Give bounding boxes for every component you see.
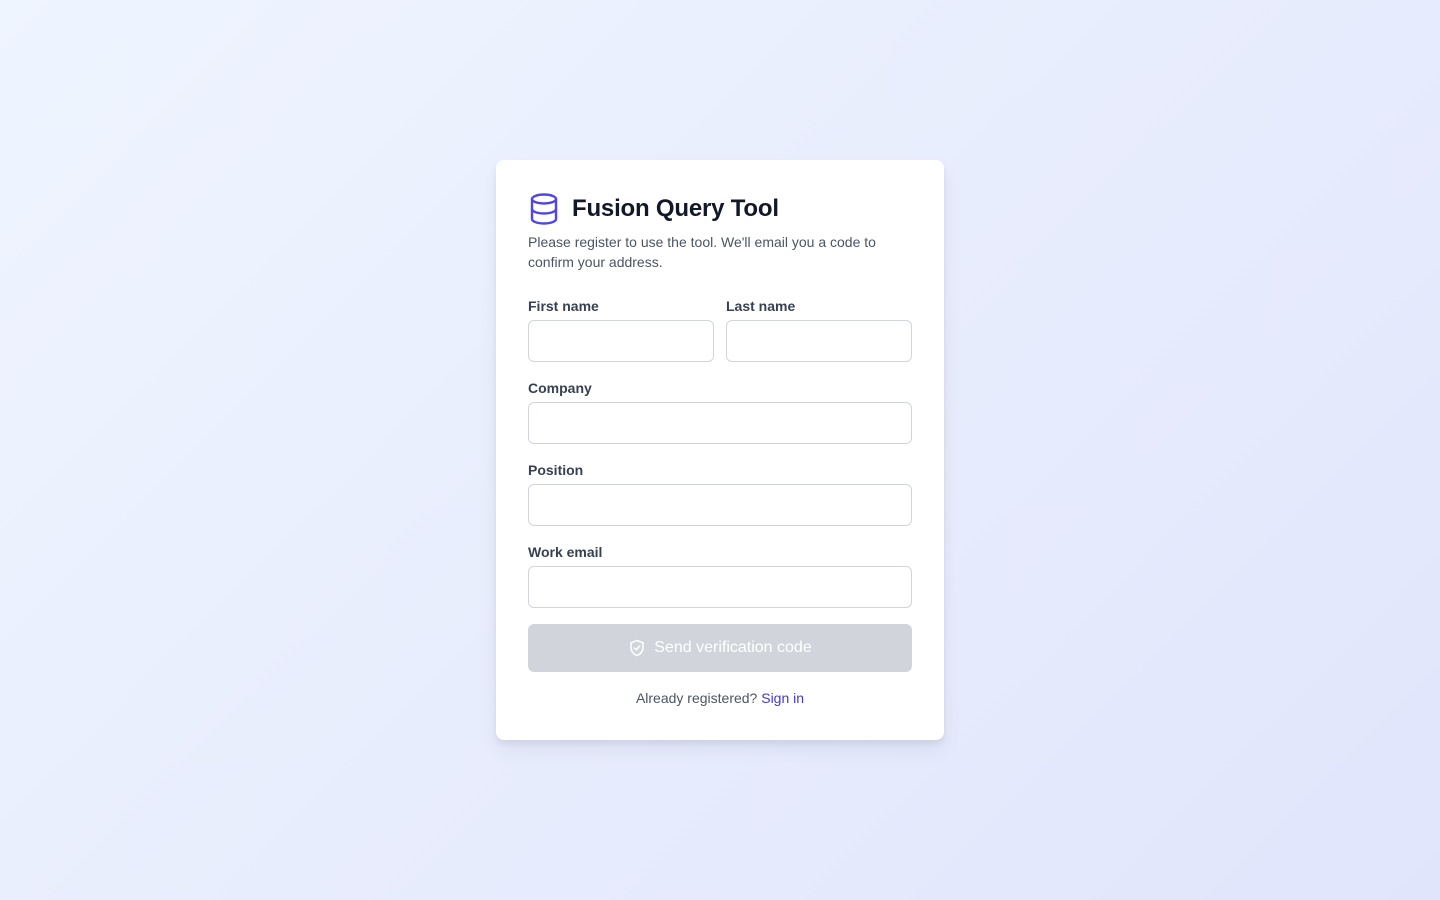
send-verification-code-button[interactable]: Send verification code xyxy=(528,624,912,672)
shield-check-icon xyxy=(628,639,646,657)
work-email-label: Work email xyxy=(528,544,603,560)
signin-prompt-text: Already registered? xyxy=(635,690,758,706)
first-name-group: First name xyxy=(528,296,714,362)
send-button-label: Send verification code xyxy=(654,639,812,656)
company-label: Company xyxy=(528,380,592,396)
app-subtitle: Please register to use the tool. We'll e… xyxy=(528,234,876,270)
name-row: First name Last name xyxy=(528,296,912,362)
first-name-input[interactable] xyxy=(528,320,714,362)
card-header: Fusion Query Tool xyxy=(528,192,912,226)
last-name-group: Last name xyxy=(726,296,912,362)
first-name-label: First name xyxy=(528,298,599,314)
last-name-label: Last name xyxy=(726,298,796,314)
company-group: Company xyxy=(528,378,912,444)
position-group: Position xyxy=(528,460,912,526)
company-input[interactable] xyxy=(528,402,912,444)
signin-prompt: Already registered? Sign in xyxy=(528,690,912,706)
position-input[interactable] xyxy=(528,484,912,526)
database-icon xyxy=(528,193,560,225)
sign-in-link[interactable]: Sign in xyxy=(761,690,804,706)
last-name-input[interactable] xyxy=(726,320,912,362)
registration-card: Fusion Query Tool Please register to use… xyxy=(496,160,944,740)
position-label: Position xyxy=(528,462,584,478)
work-email-group: Work email xyxy=(528,542,912,608)
app-title: Fusion Query Tool xyxy=(572,195,779,222)
work-email-input[interactable] xyxy=(528,566,912,608)
